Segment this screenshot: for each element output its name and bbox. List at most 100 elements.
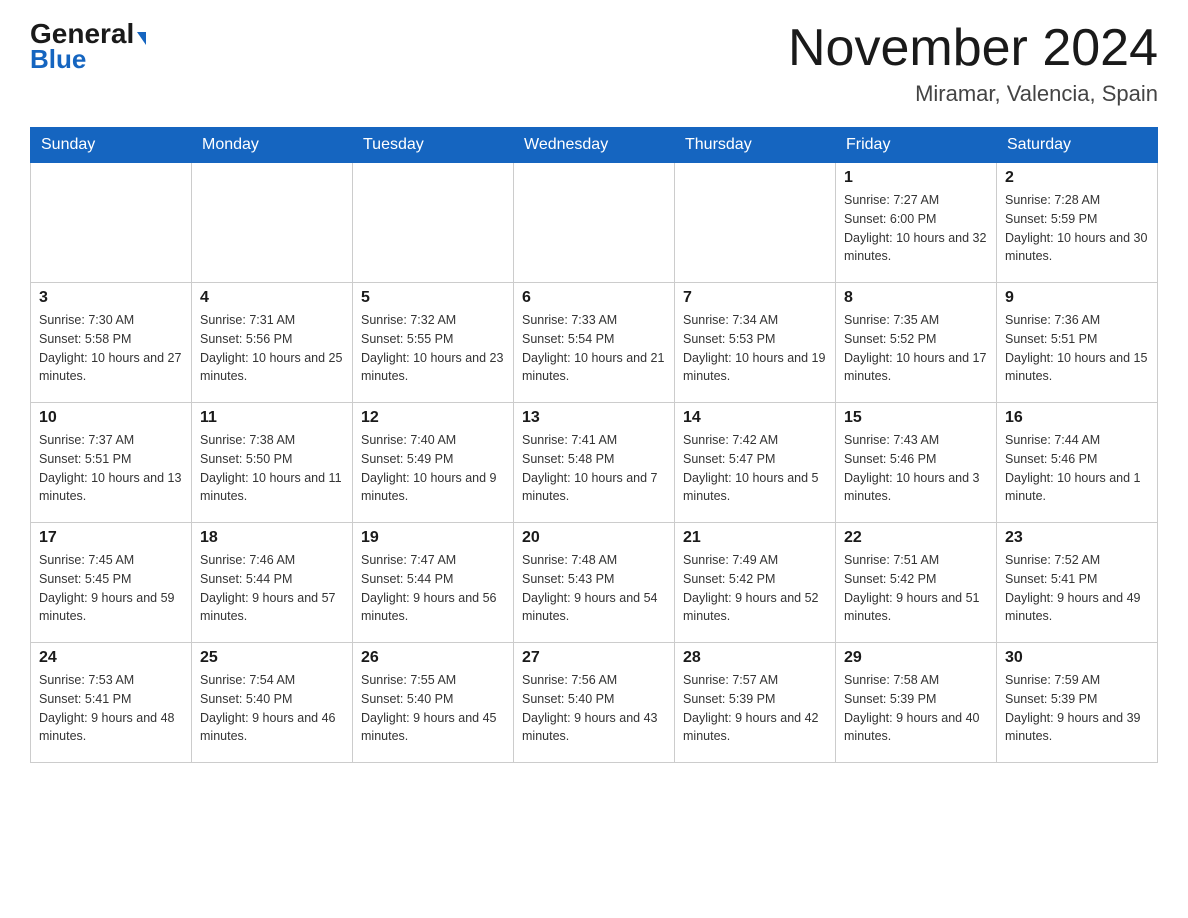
weekday-header-wednesday: Wednesday — [514, 128, 675, 163]
day-number: 22 — [844, 529, 988, 547]
calendar-cell: 21Sunrise: 7:49 AM Sunset: 5:42 PM Dayli… — [675, 523, 836, 643]
day-info: Sunrise: 7:53 AM Sunset: 5:41 PM Dayligh… — [39, 671, 183, 746]
logo-blue: Blue — [30, 44, 86, 75]
calendar-cell: 5 Sunrise: 7:32 AM Sunset: 5:55 PM Daylig… — [353, 283, 514, 403]
day-number: 29 — [844, 649, 988, 667]
day-number: 30 — [1005, 649, 1149, 667]
day-number: 21 — [683, 529, 827, 547]
day-number: 7 — [683, 289, 827, 307]
day-number: 12 — [361, 409, 505, 427]
calendar-cell: 30 Sunrise: 7:59 AM Sunset: 5:39 PM Dayli… — [997, 643, 1158, 763]
location: Miramar, Valencia, Spain — [788, 81, 1158, 107]
day-info: Sunrise: 7:52 AM Sunset: 5:41 PM Dayligh… — [1005, 551, 1149, 626]
calendar-cell: 8 Sunrise: 7:35 AM Sunset: 5:52 PM Daylig… — [836, 283, 997, 403]
weekday-header-monday: Monday — [192, 128, 353, 163]
day-info: Sunrise: 7:32 AM Sunset: 5:55 PM Dayligh… — [361, 311, 505, 386]
calendar-week-3: 10 Sunrise: 7:37 AM Sunset: 5:51 PM Dayli… — [31, 403, 1158, 523]
day-info: Sunrise: 7:30 AM Sunset: 5:58 PM Dayligh… — [39, 311, 183, 386]
day-info: Sunrise: 7:42 AM Sunset: 5:47 PM Dayligh… — [683, 431, 827, 506]
day-number: 9 — [1005, 289, 1149, 307]
month-title: November 2024 — [788, 20, 1158, 77]
calendar-cell: 7 Sunrise: 7:34 AM Sunset: 5:53 PM Daylig… — [675, 283, 836, 403]
calendar-cell — [353, 163, 514, 283]
day-info: Sunrise: 7:27 AM Sunset: 6:00 PM Dayligh… — [844, 191, 988, 266]
calendar-cell: 1Sunrise: 7:27 AM Sunset: 6:00 PM Daylig… — [836, 163, 997, 283]
day-info: Sunrise: 7:44 AM Sunset: 5:46 PM Dayligh… — [1005, 431, 1149, 506]
calendar-cell: 11 Sunrise: 7:38 AM Sunset: 5:50 PM Dayli… — [192, 403, 353, 523]
weekday-header-friday: Friday — [836, 128, 997, 163]
calendar-cell: 22 Sunrise: 7:51 AM Sunset: 5:42 PM Dayli… — [836, 523, 997, 643]
day-number: 3 — [39, 289, 183, 307]
day-number: 28 — [683, 649, 827, 667]
day-info: Sunrise: 7:51 AM Sunset: 5:42 PM Dayligh… — [844, 551, 988, 626]
day-number: 4 — [200, 289, 344, 307]
day-number: 8 — [844, 289, 988, 307]
calendar-cell: 14 Sunrise: 7:42 AM Sunset: 5:47 PM Dayli… — [675, 403, 836, 523]
calendar-cell: 28 Sunrise: 7:57 AM Sunset: 5:39 PM Dayli… — [675, 643, 836, 763]
day-info: Sunrise: 7:36 AM Sunset: 5:51 PM Dayligh… — [1005, 311, 1149, 386]
calendar-cell: 3 Sunrise: 7:30 AM Sunset: 5:58 PM Daylig… — [31, 283, 192, 403]
day-number: 5 — [361, 289, 505, 307]
weekday-header-thursday: Thursday — [675, 128, 836, 163]
logo: General Blue — [30, 20, 146, 75]
calendar-table: SundayMondayTuesdayWednesdayThursdayFrid… — [30, 127, 1158, 763]
calendar-cell: 26Sunrise: 7:55 AM Sunset: 5:40 PM Dayli… — [353, 643, 514, 763]
calendar-week-1: 1Sunrise: 7:27 AM Sunset: 6:00 PM Daylig… — [31, 163, 1158, 283]
calendar-cell: 27 Sunrise: 7:56 AM Sunset: 5:40 PM Dayli… — [514, 643, 675, 763]
calendar-cell: 20 Sunrise: 7:48 AM Sunset: 5:43 PM Dayli… — [514, 523, 675, 643]
day-number: 11 — [200, 409, 344, 427]
day-info: Sunrise: 7:57 AM Sunset: 5:39 PM Dayligh… — [683, 671, 827, 746]
calendar-cell: 10 Sunrise: 7:37 AM Sunset: 5:51 PM Dayli… — [31, 403, 192, 523]
calendar-cell: 9 Sunrise: 7:36 AM Sunset: 5:51 PM Daylig… — [997, 283, 1158, 403]
day-number: 6 — [522, 289, 666, 307]
day-info: Sunrise: 7:46 AM Sunset: 5:44 PM Dayligh… — [200, 551, 344, 626]
page-header: General Blue November 2024 Miramar, Vale… — [30, 20, 1158, 107]
day-info: Sunrise: 7:37 AM Sunset: 5:51 PM Dayligh… — [39, 431, 183, 506]
title-section: November 2024 Miramar, Valencia, Spain — [788, 20, 1158, 107]
day-number: 19 — [361, 529, 505, 547]
calendar-cell: 29 Sunrise: 7:58 AM Sunset: 5:39 PM Dayli… — [836, 643, 997, 763]
weekday-header-sunday: Sunday — [31, 128, 192, 163]
day-info: Sunrise: 7:59 AM Sunset: 5:39 PM Dayligh… — [1005, 671, 1149, 746]
calendar-cell: 17Sunrise: 7:45 AM Sunset: 5:45 PM Dayli… — [31, 523, 192, 643]
day-info: Sunrise: 7:47 AM Sunset: 5:44 PM Dayligh… — [361, 551, 505, 626]
calendar-cell: 23 Sunrise: 7:52 AM Sunset: 5:41 PM Dayli… — [997, 523, 1158, 643]
calendar-cell: 24Sunrise: 7:53 AM Sunset: 5:41 PM Dayli… — [31, 643, 192, 763]
calendar-cell: 4 Sunrise: 7:31 AM Sunset: 5:56 PM Daylig… — [192, 283, 353, 403]
day-number: 14 — [683, 409, 827, 427]
day-number: 15 — [844, 409, 988, 427]
day-info: Sunrise: 7:41 AM Sunset: 5:48 PM Dayligh… — [522, 431, 666, 506]
calendar-week-4: 17Sunrise: 7:45 AM Sunset: 5:45 PM Dayli… — [31, 523, 1158, 643]
day-info: Sunrise: 7:35 AM Sunset: 5:52 PM Dayligh… — [844, 311, 988, 386]
day-number: 25 — [200, 649, 344, 667]
day-info: Sunrise: 7:38 AM Sunset: 5:50 PM Dayligh… — [200, 431, 344, 506]
day-number: 10 — [39, 409, 183, 427]
day-number: 2 — [1005, 169, 1149, 187]
day-info: Sunrise: 7:55 AM Sunset: 5:40 PM Dayligh… — [361, 671, 505, 746]
day-info: Sunrise: 7:56 AM Sunset: 5:40 PM Dayligh… — [522, 671, 666, 746]
day-info: Sunrise: 7:31 AM Sunset: 5:56 PM Dayligh… — [200, 311, 344, 386]
day-number: 17 — [39, 529, 183, 547]
calendar-cell — [192, 163, 353, 283]
calendar-cell: 16 Sunrise: 7:44 AM Sunset: 5:46 PM Dayli… — [997, 403, 1158, 523]
calendar-cell: 12Sunrise: 7:40 AM Sunset: 5:49 PM Dayli… — [353, 403, 514, 523]
calendar-cell: 13 Sunrise: 7:41 AM Sunset: 5:48 PM Dayli… — [514, 403, 675, 523]
calendar-week-5: 24Sunrise: 7:53 AM Sunset: 5:41 PM Dayli… — [31, 643, 1158, 763]
day-info: Sunrise: 7:54 AM Sunset: 5:40 PM Dayligh… — [200, 671, 344, 746]
calendar-cell — [514, 163, 675, 283]
day-info: Sunrise: 7:58 AM Sunset: 5:39 PM Dayligh… — [844, 671, 988, 746]
calendar-cell: 6Sunrise: 7:33 AM Sunset: 5:54 PM Daylig… — [514, 283, 675, 403]
day-info: Sunrise: 7:34 AM Sunset: 5:53 PM Dayligh… — [683, 311, 827, 386]
calendar-cell — [675, 163, 836, 283]
calendar-cell: 19 Sunrise: 7:47 AM Sunset: 5:44 PM Dayli… — [353, 523, 514, 643]
day-number: 27 — [522, 649, 666, 667]
weekday-header-row: SundayMondayTuesdayWednesdayThursdayFrid… — [31, 128, 1158, 163]
calendar-cell: 2Sunrise: 7:28 AM Sunset: 5:59 PM Daylig… — [997, 163, 1158, 283]
calendar-cell — [31, 163, 192, 283]
day-info: Sunrise: 7:43 AM Sunset: 5:46 PM Dayligh… — [844, 431, 988, 506]
day-number: 16 — [1005, 409, 1149, 427]
day-number: 20 — [522, 529, 666, 547]
day-number: 23 — [1005, 529, 1149, 547]
day-number: 13 — [522, 409, 666, 427]
day-info: Sunrise: 7:48 AM Sunset: 5:43 PM Dayligh… — [522, 551, 666, 626]
